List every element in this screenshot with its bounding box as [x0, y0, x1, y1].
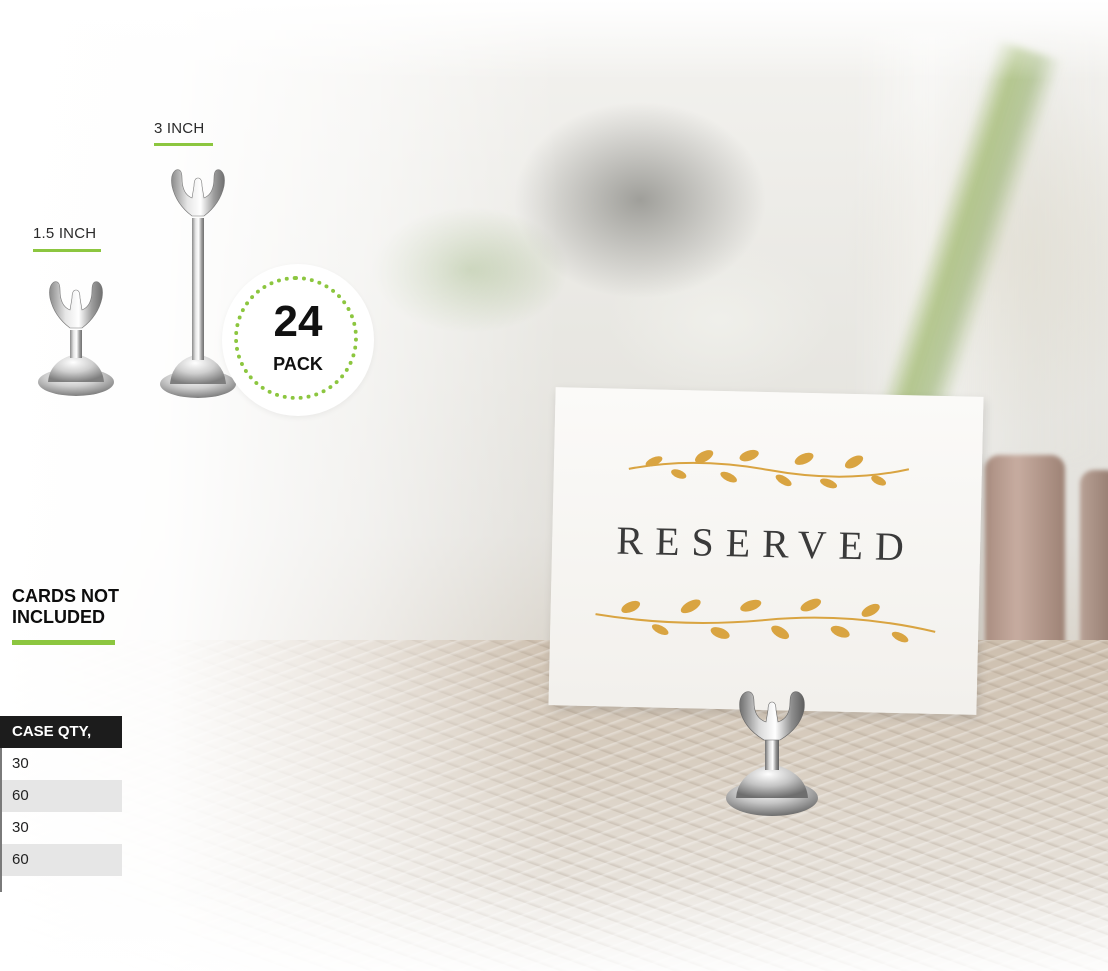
product-image: 3 INCH 1.5 INCH 24 PACK CARDS NOT INCLUD… — [0, 0, 1108, 971]
background-fade-bottom — [0, 880, 1108, 971]
background-salt-shaker — [985, 455, 1065, 670]
card-reserved-text: RESERVED — [615, 517, 917, 570]
size-underline-3-inch — [154, 143, 213, 146]
chrome-place-card-holder-icon — [38, 281, 114, 396]
size-label-1-5-inch: 1.5 INCH — [33, 225, 97, 242]
badge-count: 24 — [273, 297, 323, 346]
notice-line-2: INCLUDED — [12, 607, 105, 627]
size-underline-1-5-inch — [33, 249, 101, 252]
photo-place-card-holder-icon — [726, 691, 818, 816]
table-header-label: CASE QTY, — [12, 723, 92, 740]
cards-not-included-notice: CARDS NOT INCLUDED — [12, 586, 162, 628]
reserved-card: RESERVED — [548, 387, 984, 715]
bottom-vine-ornament-icon — [595, 598, 936, 643]
table-row: 60 — [2, 844, 122, 876]
table-row: 60 — [2, 780, 122, 812]
table-cell: 30 — [12, 819, 29, 836]
pack-count-badge: 24 PACK — [222, 264, 374, 416]
table-cell: 60 — [12, 787, 29, 804]
top-vine-ornament-icon — [628, 449, 910, 489]
background-fade-top — [0, 0, 1108, 80]
size-label-3-inch: 3 INCH — [154, 120, 205, 137]
notice-underline — [12, 640, 115, 645]
table-cell: 30 — [12, 755, 29, 772]
notice-line-1: CARDS NOT — [12, 586, 119, 606]
badge-unit: PACK — [273, 354, 323, 374]
table-row: 30 — [2, 748, 122, 780]
table-row: 30 — [2, 812, 122, 844]
table-header: CASE QTY, — [0, 716, 122, 748]
table-cell: 60 — [12, 851, 29, 868]
